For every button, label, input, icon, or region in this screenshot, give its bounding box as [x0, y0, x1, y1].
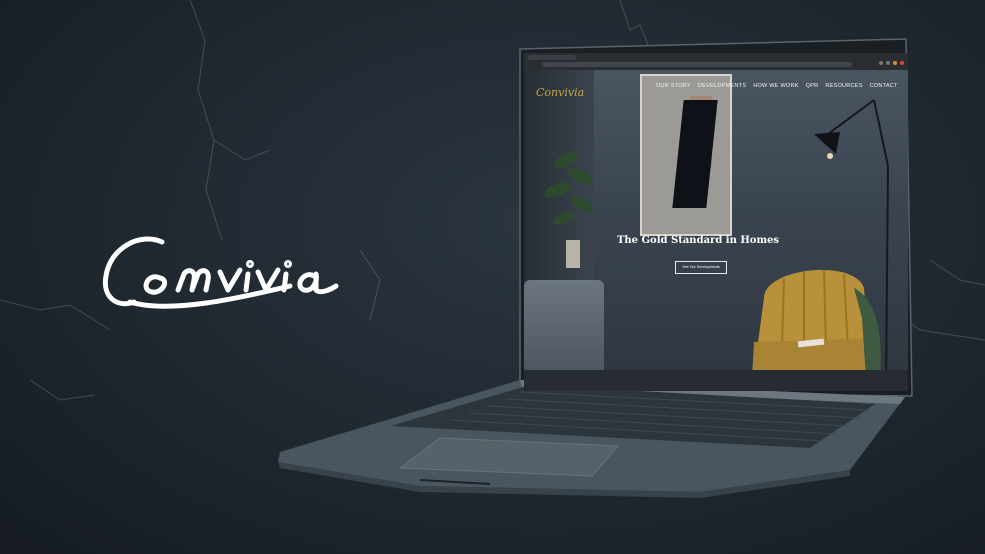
armchair-image	[752, 269, 881, 378]
site-logo[interactable]: Convivia	[536, 86, 584, 99]
nav-our-story[interactable]: OUR STORY	[656, 83, 691, 89]
laptop-mockup: Convivia OUR STORY DEVELOPMENTS HOW WE W…	[0, 0, 985, 554]
scene: Convivia OUR STORY DEVELOPMENTS HOW WE W…	[0, 0, 985, 554]
see-developments-button[interactable]: See Our Developments	[675, 261, 727, 274]
nav-qpr[interactable]: QPR	[806, 83, 819, 89]
browser-tab[interactable]	[528, 55, 576, 60]
plant-image	[544, 151, 594, 268]
sofa-image	[524, 280, 604, 380]
hero-section: Convivia OUR STORY DEVELOPMENTS HOW WE W…	[524, 70, 908, 391]
nav-developments[interactable]: DEVELOPMENTS	[698, 83, 746, 89]
nav-resources[interactable]: RESOURCES	[825, 83, 862, 89]
browser-toolbar	[524, 53, 908, 70]
wall-artwork	[640, 74, 732, 236]
laptop-screen: Convivia OUR STORY DEVELOPMENTS HOW WE W…	[524, 53, 908, 391]
site-nav: OUR STORY DEVELOPMENTS HOW WE WORK QPR R…	[656, 83, 898, 89]
extension-icons	[879, 61, 904, 65]
nav-how-we-work[interactable]: HOW WE WORK	[753, 83, 798, 89]
address-bar[interactable]	[542, 62, 852, 67]
floor	[524, 370, 908, 391]
nav-contact[interactable]: CONTACT	[870, 83, 898, 89]
hero-title: The Gold Standard in Homes	[616, 235, 780, 246]
